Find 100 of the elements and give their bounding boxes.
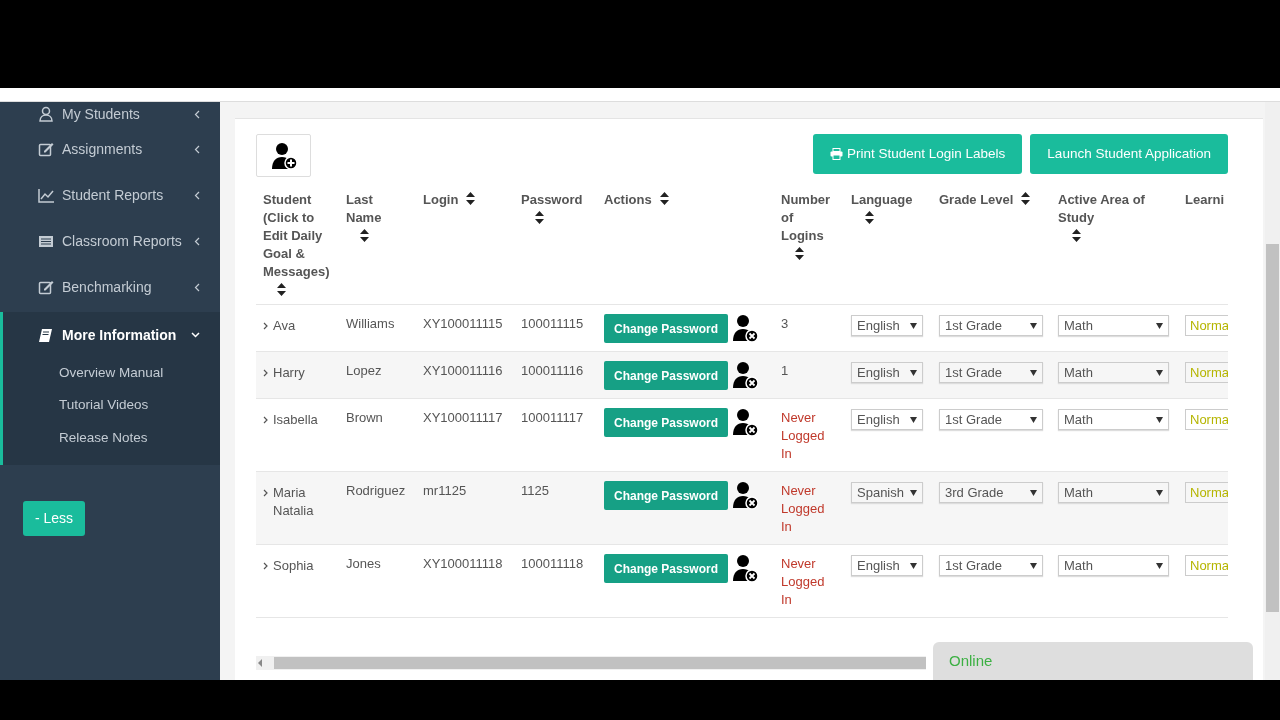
caret-icon	[1156, 416, 1163, 423]
sidebar-item[interactable]: More Information	[3, 312, 220, 358]
login-cell: XY100011118	[423, 556, 503, 571]
login-count: 1	[781, 363, 789, 378]
login-count: Never Logged In	[781, 483, 825, 534]
remove-user-icon[interactable]	[732, 408, 759, 437]
list-icon	[38, 233, 54, 249]
dropdown[interactable]: 1st Grade	[939, 555, 1043, 576]
password-cell: 100011117	[521, 410, 584, 425]
caret-icon	[910, 489, 917, 496]
sidebar-item[interactable]: Benchmarking	[0, 264, 220, 310]
login-count: Never Logged In	[781, 410, 825, 461]
password-cell: 1125	[521, 483, 549, 498]
caret-icon	[910, 416, 917, 423]
dropdown[interactable]: English	[851, 409, 923, 430]
online-status: Online	[949, 652, 993, 669]
sort-icon[interactable]	[1072, 229, 1081, 242]
sort-icon[interactable]	[535, 211, 544, 224]
vertical-scrollbar[interactable]	[1265, 102, 1280, 680]
dropdown[interactable]: Math	[1058, 555, 1169, 576]
dropdown[interactable]: 1st Grade	[939, 315, 1043, 336]
last-name-cell: Jones	[346, 556, 381, 571]
caret-icon	[1030, 322, 1037, 329]
login-count: 3	[781, 316, 789, 331]
sort-icon[interactable]	[865, 211, 874, 224]
dropdown[interactable]: Math	[1058, 409, 1169, 430]
dropdown[interactable]: English	[851, 315, 923, 336]
dropdown[interactable]: Spanish	[851, 482, 923, 503]
sort-icon[interactable]	[360, 229, 369, 242]
remove-user-icon[interactable]	[732, 361, 759, 390]
chevron-right-icon	[263, 489, 268, 497]
submenu-link[interactable]: Release Notes	[3, 422, 220, 455]
dropdown[interactable]: English	[851, 555, 923, 576]
sort-icon[interactable]	[795, 247, 804, 260]
password-cell: 100011118	[521, 556, 584, 571]
student-link[interactable]: Isabella	[263, 411, 318, 429]
last-name-cell: Williams	[346, 316, 395, 331]
caret-icon	[910, 562, 917, 569]
chevron-left-icon	[194, 190, 200, 200]
dropdown[interactable]: 1st Grade	[939, 409, 1043, 430]
horizontal-scrollbar[interactable]	[256, 656, 926, 670]
column-header: Actions	[604, 192, 652, 207]
login-cell: XY100011116	[423, 363, 503, 378]
caret-icon	[1030, 489, 1037, 496]
remove-user-icon[interactable]	[732, 314, 759, 343]
print-icon	[830, 148, 843, 160]
student-link[interactable]: Ava	[263, 317, 296, 335]
sort-icon[interactable]	[659, 192, 669, 205]
caret-icon	[1156, 489, 1163, 496]
submenu-link[interactable]: Overview Manual	[3, 358, 220, 391]
column-header: Student (Click to Edit Daily Goal & Messages)	[263, 192, 330, 279]
chevron-down-icon	[191, 332, 200, 338]
sidebar-item[interactable]: Student Reports	[0, 172, 220, 218]
sort-icon[interactable]	[1021, 192, 1031, 205]
caret-icon	[910, 369, 917, 376]
chevron-right-icon	[263, 322, 268, 330]
remove-user-icon[interactable]	[732, 481, 759, 510]
caret-icon	[1156, 562, 1163, 569]
edit-icon	[38, 141, 54, 157]
student-link[interactable]: Sophia	[263, 557, 314, 575]
dropdown[interactable]: 3rd Grade	[939, 482, 1043, 503]
password-cell: 100011116	[521, 363, 584, 378]
caret-icon	[1030, 369, 1037, 376]
sidebar-item[interactable]: Classroom Reports	[0, 218, 220, 264]
last-name-cell: Brown	[346, 410, 383, 425]
last-name-cell: Rodriguez	[346, 483, 406, 498]
sidebar-item[interactable]: Assignments	[0, 126, 220, 172]
chevron-left-icon	[194, 109, 200, 119]
last-name-cell: Lopez	[346, 363, 382, 378]
chevron-right-icon	[263, 369, 268, 377]
chevron-left-icon	[194, 144, 200, 154]
sidebar-item[interactable]: My Students	[0, 102, 220, 126]
sort-icon[interactable]	[466, 192, 476, 205]
caret-icon	[1030, 562, 1037, 569]
chevron-left-icon	[194, 282, 200, 292]
login-cell: XY100011117	[423, 410, 503, 425]
book-icon	[38, 327, 54, 343]
chevron-right-icon	[263, 562, 268, 570]
login-cell: mr1125	[423, 483, 467, 498]
chevron-right-icon	[263, 416, 268, 424]
column-header: Active Area of Study	[1058, 192, 1145, 225]
column-header: Number of Logins	[781, 192, 831, 243]
dropdown[interactable]: Math	[1058, 482, 1169, 503]
chart-icon	[38, 187, 54, 203]
column-header: Last Name	[346, 192, 382, 225]
dropdown[interactable]: 1st Grade	[939, 362, 1043, 383]
dropdown[interactable]: Math	[1058, 362, 1169, 383]
user-icon	[38, 106, 54, 122]
sort-icon[interactable]	[277, 283, 286, 296]
dropdown[interactable]: Math	[1058, 315, 1169, 336]
remove-user-icon[interactable]	[732, 554, 759, 583]
add-student-button[interactable]	[256, 134, 311, 177]
caret-icon	[1030, 416, 1037, 423]
password-cell: 100011115	[521, 316, 584, 331]
dropdown[interactable]: English	[851, 362, 923, 383]
student-link[interactable]: Harry	[263, 364, 305, 382]
scroll-left-icon[interactable]	[256, 658, 264, 668]
column-header: Login	[423, 192, 459, 207]
caret-icon	[1156, 369, 1163, 376]
submenu-link[interactable]: Tutorial Videos	[3, 390, 220, 423]
